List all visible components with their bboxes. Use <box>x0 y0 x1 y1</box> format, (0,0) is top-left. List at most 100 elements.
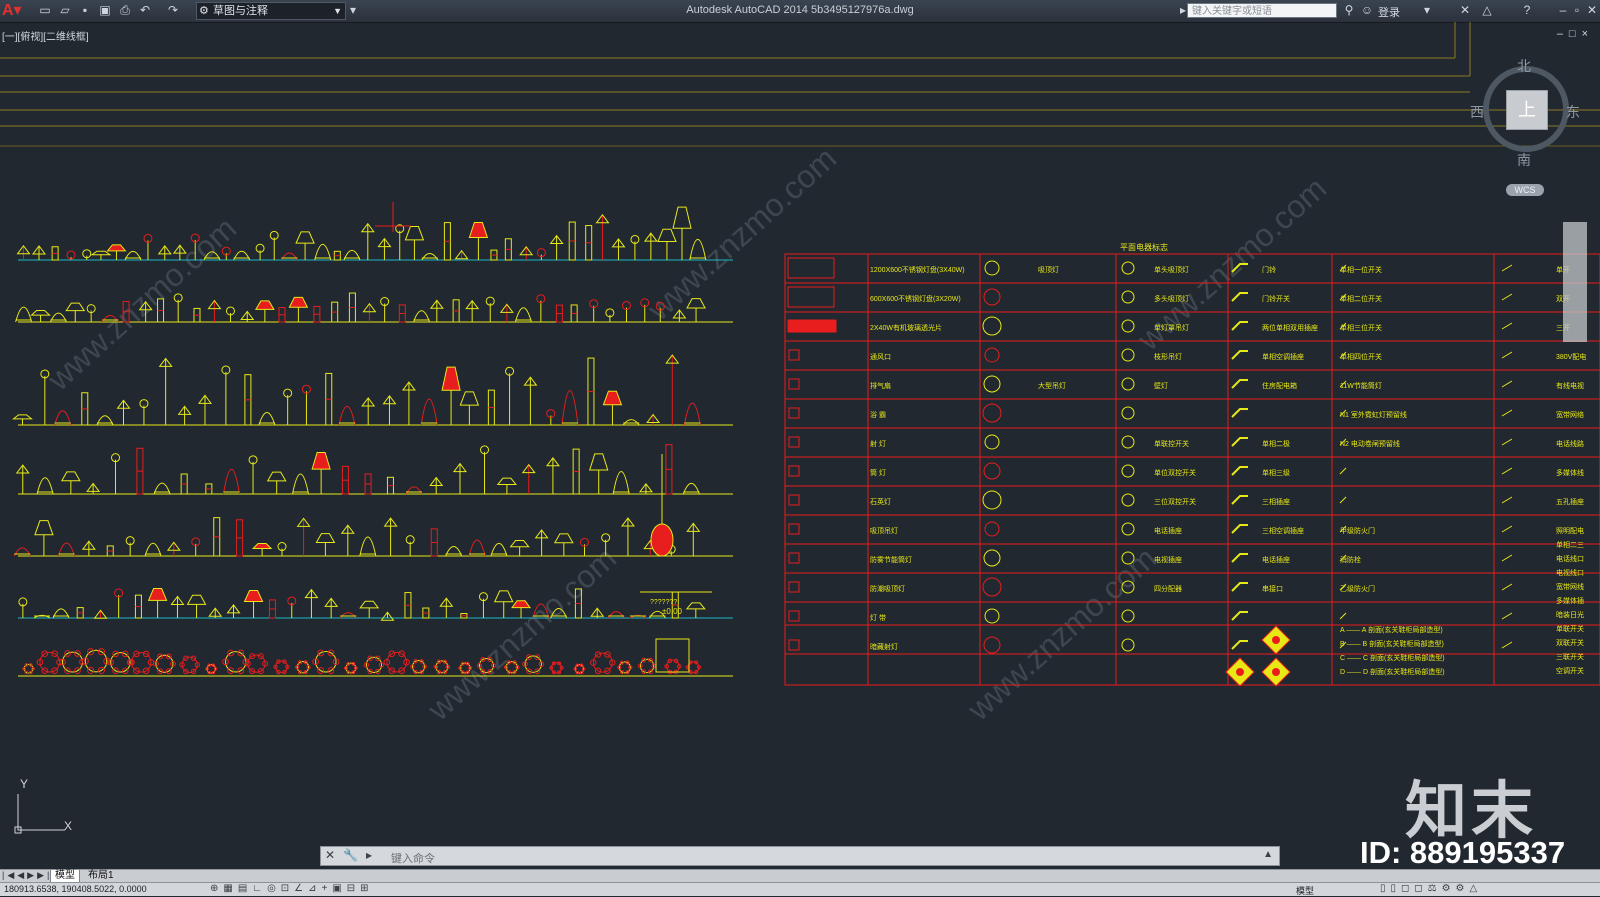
legend-symbol <box>984 260 1000 276</box>
legend-symbol <box>1231 350 1248 360</box>
viewport-controls[interactable]: –□× <box>1557 28 1594 40</box>
lamp-symbol <box>278 307 286 323</box>
lamp-symbol <box>605 308 615 322</box>
lamp-symbol <box>493 590 514 618</box>
workspace-dropdown[interactable]: ⚙ 草图与注释 ▼ <box>196 2 346 20</box>
command-history-icon[interactable]: ▲ <box>1263 849 1273 860</box>
lamp-symbol <box>359 536 377 557</box>
lamp-symbol <box>339 612 357 619</box>
legend-label: 单头吸顶灯 <box>1154 265 1189 274</box>
save-icon[interactable]: ▪ <box>78 3 92 17</box>
customize-toolbar-icon[interactable]: ▾ <box>346 3 360 17</box>
lamp-symbol <box>116 399 131 425</box>
drafting-toggle-icons[interactable]: ⊕▦▤∟◎⊡∠⊿+▣⊟⊞ <box>210 883 374 894</box>
lamp-symbol <box>433 659 451 675</box>
minimize-icon[interactable]: – <box>1556 3 1570 17</box>
lamp-symbol <box>404 592 412 619</box>
viewcube-north[interactable]: 北 <box>1517 56 1531 76</box>
command-line-close-icon[interactable]: ✕🔧▸ <box>325 848 380 862</box>
svg-text:www.znzmo.com: www.znzmo.com <box>640 140 843 328</box>
lamp-symbol <box>361 397 376 425</box>
legend-label-right: 宽带网线 <box>1556 582 1584 591</box>
lamp-symbol <box>86 304 96 322</box>
lamp-symbol <box>81 392 89 426</box>
annotation-scale-icons[interactable]: ▯▯◻◻⚖⚙⚙△ <box>1380 883 1482 894</box>
elevation-question: ??????? <box>650 599 677 606</box>
exchange-icon[interactable]: ✕ <box>1458 3 1472 17</box>
command-input[interactable]: 键入命令 <box>391 850 435 866</box>
lamp-symbol <box>106 545 114 557</box>
undo-icon[interactable]: ↶ <box>138 3 152 17</box>
legend-symbol <box>787 319 837 333</box>
lamp-symbol <box>686 298 706 322</box>
autocad-logo-icon[interactable]: A▾ <box>2 1 28 21</box>
title-bar: A▾ ▭ ▱ ▪ ▣ ⎙ ↶ ↷ ⚙ 草图与注释 ▼ ▾ Autodesk Au… <box>0 0 1600 23</box>
command-line[interactable]: ✕🔧▸ 键入命令 ▲ <box>320 846 1280 866</box>
a360-icon[interactable]: △ <box>1480 3 1494 17</box>
viewcube-top-face[interactable]: 上 <box>1506 90 1548 130</box>
lamp-symbol <box>15 306 33 323</box>
lamp-symbol <box>478 592 488 618</box>
legend-symbol <box>983 549 1001 567</box>
chevron-down-icon[interactable]: ▾ <box>1420 3 1434 17</box>
new-file-icon[interactable]: ▭ <box>38 3 52 17</box>
print-icon[interactable]: ⎙ <box>118 3 132 17</box>
legend-symbol <box>787 286 835 308</box>
drawing-canvas[interactable]: www.znzmo.com www.znzmo.com www.znzmo.co… <box>0 22 1600 868</box>
binoculars-icon[interactable]: ⚲ <box>1342 3 1356 17</box>
lamp-symbol <box>646 413 661 425</box>
user-icon[interactable]: ☺ <box>1360 3 1374 17</box>
lamp-symbol <box>490 542 508 557</box>
lamp-symbol <box>296 517 311 556</box>
legend-symbol <box>1339 612 1347 620</box>
lamp-symbol <box>496 477 517 494</box>
viewcube-west[interactable]: 西 <box>1470 102 1484 122</box>
save-as-icon[interactable]: ▣ <box>98 3 112 17</box>
lamp-symbol <box>553 533 574 556</box>
close-icon[interactable]: ✕ <box>1585 3 1599 17</box>
lamp-symbol <box>363 655 385 675</box>
legend-symbol <box>1501 554 1513 562</box>
legend-symbol <box>982 316 1002 336</box>
redo-icon[interactable]: ↷ <box>166 3 180 17</box>
lamp-symbol <box>301 384 311 425</box>
legend-symbol <box>787 257 835 279</box>
legend-label-right: 宽带网络 <box>1556 410 1584 419</box>
legend-symbol <box>788 552 800 564</box>
lamp-symbol <box>343 249 361 261</box>
open-file-icon[interactable]: ▱ <box>58 3 72 17</box>
legend-label: 2X40W有机玻璃透光片 <box>870 323 942 332</box>
wcs-menu[interactable]: WCS <box>1506 184 1544 196</box>
restore-icon[interactable]: ▫ <box>1570 3 1584 17</box>
legend-label: 浴 霸 <box>870 410 886 419</box>
login-button[interactable]: 登录 <box>1378 4 1400 20</box>
navigation-bar[interactable] <box>1563 222 1587 342</box>
workspace-label: 草图与注释 <box>213 5 268 17</box>
viewcube-east[interactable]: 东 <box>1566 102 1580 122</box>
legend-label: 1200X600不锈钢灯盘(3X40W) <box>870 265 965 274</box>
lamp-symbol <box>240 310 255 322</box>
legend-symbol <box>983 462 1001 480</box>
lamp-symbol-library[interactable]: ±0.00??????? <box>12 202 712 675</box>
search-input[interactable]: 键入关键字或短语 <box>1187 3 1337 18</box>
legend-symbol <box>1231 611 1248 621</box>
lamp-symbol <box>81 540 96 556</box>
lamp-symbol <box>568 221 576 261</box>
legend-symbol <box>788 581 800 593</box>
lamp-symbol <box>386 476 394 495</box>
lamp-symbol <box>22 663 35 675</box>
lamp-symbol <box>460 613 468 619</box>
lamp-symbol <box>295 231 315 260</box>
tab-layout1[interactable]: 布局1 <box>84 870 118 882</box>
legend-label: 灯 带 <box>870 613 886 622</box>
lamp-symbol <box>51 246 59 261</box>
model-space-button[interactable]: 模型 <box>1296 884 1314 897</box>
tab-nav-arrows[interactable]: |◀◀▶▶| <box>2 870 52 881</box>
legend-symbol <box>1339 467 1347 475</box>
lamp-symbol <box>76 607 84 619</box>
lamp-symbol <box>485 296 495 322</box>
help-icon[interactable]: ? <box>1520 3 1534 17</box>
viewport-label[interactable]: [一][俯视][二维线框] <box>2 28 89 43</box>
viewcube-south[interactable]: 南 <box>1517 150 1531 170</box>
lamp-symbol <box>65 302 86 322</box>
